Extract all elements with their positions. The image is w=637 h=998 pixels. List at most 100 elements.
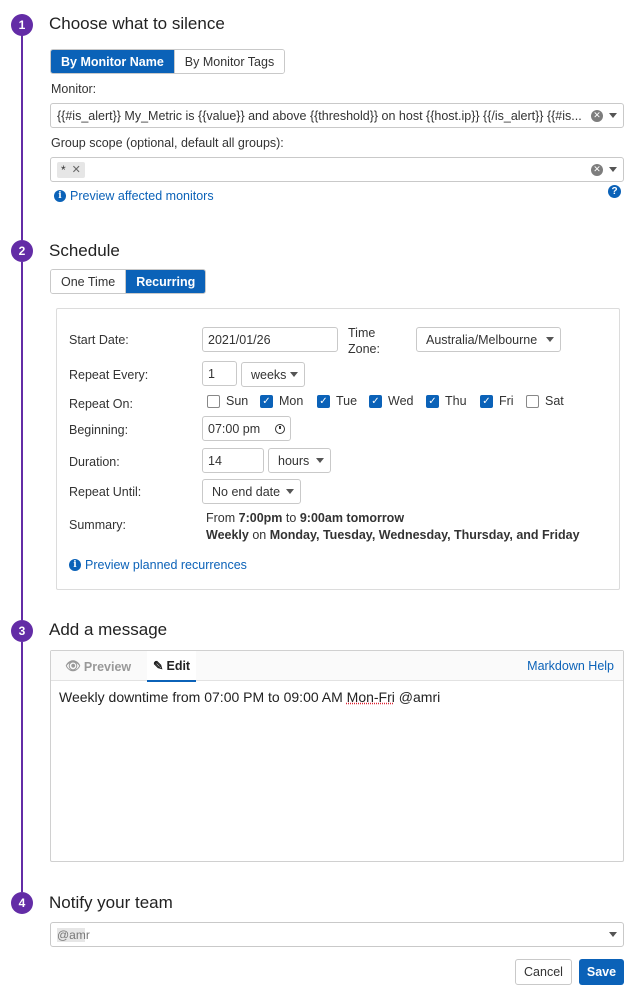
save-button[interactable]: Save xyxy=(579,959,624,985)
chevron-down-icon xyxy=(290,372,298,377)
summary-days: Monday, Tuesday, Wednesday, Thursday, an… xyxy=(269,528,580,542)
message-text-misspelled: Mon-Fri xyxy=(346,689,395,705)
chevron-down-icon[interactable] xyxy=(609,167,617,172)
preview-affected-monitors-link[interactable]: i Preview affected monitors xyxy=(54,189,214,203)
summary-label: Summary: xyxy=(69,518,126,532)
checkbox-icon[interactable] xyxy=(526,394,539,408)
duration-unit-select[interactable]: hours xyxy=(268,448,331,473)
tab-preview[interactable]: 👁 Preview xyxy=(65,659,131,674)
silence-mode-toggle: By Monitor Name By Monitor Tags xyxy=(50,49,286,74)
group-scope-tag: * ✕ xyxy=(57,161,85,178)
repeat-until-select[interactable]: No end date xyxy=(202,479,301,504)
repeat-unit-select[interactable]: weeks xyxy=(241,362,305,387)
eye-icon: 👁 xyxy=(65,659,81,673)
day-label: Tue xyxy=(336,394,358,408)
day-label: Sat xyxy=(545,394,564,408)
clear-icon[interactable]: ✕ xyxy=(591,109,603,122)
info-icon: i xyxy=(54,190,66,202)
step-title-schedule: Schedule xyxy=(49,241,120,260)
message-text-mention: @amri xyxy=(394,689,441,705)
timezone-select-value: Australia/Melbourne xyxy=(426,332,538,347)
message-textarea[interactable]: Weekly downtime from 07:00 PM to 09:00 A… xyxy=(59,689,440,705)
preview-planned-recurrences-label: Preview planned recurrences xyxy=(85,558,247,572)
tab-by-monitor-tags[interactable]: By Monitor Tags xyxy=(173,50,285,73)
day-mon[interactable]: ✓ Mon xyxy=(260,394,303,408)
day-label: Wed xyxy=(388,394,414,408)
clear-icon[interactable]: ✕ xyxy=(591,163,603,176)
day-label: Thu xyxy=(445,394,467,408)
notify-team-value: @amr xyxy=(57,927,609,942)
repeat-until-label: Repeat Until: xyxy=(69,485,142,499)
step-number-4: 4 xyxy=(11,892,33,914)
tab-recurring[interactable]: Recurring xyxy=(125,270,206,293)
summary-to: to xyxy=(285,511,297,525)
day-sat[interactable]: Sat xyxy=(526,394,564,408)
pencil-icon: ✎ xyxy=(153,659,164,673)
chevron-down-icon xyxy=(316,458,324,463)
duration-label: Duration: xyxy=(69,455,120,469)
step-number-1: 1 xyxy=(11,14,33,36)
summary-end-time: 9:00am tomorrow xyxy=(299,511,405,525)
repeat-until-value: No end date xyxy=(212,484,281,499)
step-rail xyxy=(21,642,23,892)
step-number-3: 3 xyxy=(11,620,33,642)
markdown-help-link[interactable]: Markdown Help xyxy=(527,659,614,673)
preview-planned-recurrences-link[interactable]: i Preview planned recurrences xyxy=(69,558,247,572)
clock-icon[interactable] xyxy=(275,423,285,434)
schedule-type-toggle: One Time Recurring xyxy=(50,269,207,294)
step-rail xyxy=(21,262,23,620)
group-scope-select[interactable]: * ✕ ✕ xyxy=(50,157,624,182)
group-scope-tag-label: * xyxy=(61,162,66,177)
tag-remove-icon[interactable]: ✕ xyxy=(72,163,81,176)
summary-frequency: Weekly xyxy=(206,528,249,542)
checkbox-checked-icon[interactable]: ✓ xyxy=(260,394,273,408)
day-wed[interactable]: ✓ Wed xyxy=(369,394,413,408)
group-scope-label: Group scope (optional, default all group… xyxy=(51,136,284,150)
beginning-label: Beginning: xyxy=(69,423,129,437)
chevron-down-icon xyxy=(546,337,554,342)
repeat-every-input[interactable]: 1 xyxy=(202,361,237,386)
tab-preview-label: Preview xyxy=(83,659,132,674)
monitor-label: Monitor: xyxy=(51,82,97,96)
message-text: Weekly downtime from 07:00 PM to 09:00 A… xyxy=(59,689,347,705)
day-thu[interactable]: ✓ Thu xyxy=(426,394,467,408)
chevron-down-icon[interactable] xyxy=(609,113,617,118)
start-date-input[interactable]: 2021/01/26 xyxy=(202,327,338,352)
duration-unit-value: hours xyxy=(278,453,310,468)
timezone-label: Time Zone: xyxy=(348,325,380,357)
tab-one-time[interactable]: One Time xyxy=(51,270,126,293)
monitor-select[interactable]: {{#is_alert}} My_Metric is {{value}} and… xyxy=(50,103,624,128)
step-rail xyxy=(21,34,23,240)
checkbox-icon[interactable] xyxy=(207,394,220,408)
day-sun[interactable]: Sun xyxy=(207,394,248,408)
tab-by-monitor-name[interactable]: By Monitor Name xyxy=(51,50,174,73)
summary-on: on xyxy=(252,528,267,542)
start-date-label: Start Date: xyxy=(69,333,129,347)
day-label: Mon xyxy=(279,394,304,408)
checkbox-checked-icon[interactable]: ✓ xyxy=(317,394,330,408)
repeat-unit-value: weeks xyxy=(251,367,287,382)
repeat-every-label: Repeat Every: xyxy=(69,368,149,382)
duration-input[interactable]: 14 xyxy=(202,448,264,473)
chevron-down-icon xyxy=(286,489,294,494)
day-tue[interactable]: ✓ Tue xyxy=(317,394,357,408)
checkbox-checked-icon[interactable]: ✓ xyxy=(426,394,439,408)
monitor-select-value: {{#is_alert}} My_Metric is {{value}} and… xyxy=(57,108,582,123)
notify-team-select[interactable]: @amr xyxy=(50,922,624,947)
message-editor: 👁 Preview ✎ Edit Markdown Help Weekly do… xyxy=(50,650,624,862)
beginning-time-input[interactable]: 07:00 pm xyxy=(202,416,291,441)
tab-edit[interactable]: ✎ Edit xyxy=(147,651,197,682)
help-icon[interactable]: ? xyxy=(608,185,621,198)
beginning-time-value: 07:00 pm xyxy=(208,421,261,436)
step-title-silence: Choose what to silence xyxy=(49,14,225,33)
repeat-on-label: Repeat On: xyxy=(69,397,133,411)
step-title-notify: Notify your team xyxy=(49,893,173,912)
day-fri[interactable]: ✓ Fri xyxy=(480,394,514,408)
timezone-select[interactable]: Australia/Melbourne xyxy=(416,327,561,352)
checkbox-checked-icon[interactable]: ✓ xyxy=(480,394,493,408)
summary-text: From 7:00pm to 9:00am tomorrow Weekly on… xyxy=(206,510,580,544)
summary-from: From xyxy=(206,511,236,525)
step-title-message: Add a message xyxy=(49,620,168,639)
checkbox-checked-icon[interactable]: ✓ xyxy=(369,394,382,408)
cancel-button[interactable]: Cancel xyxy=(515,959,572,985)
